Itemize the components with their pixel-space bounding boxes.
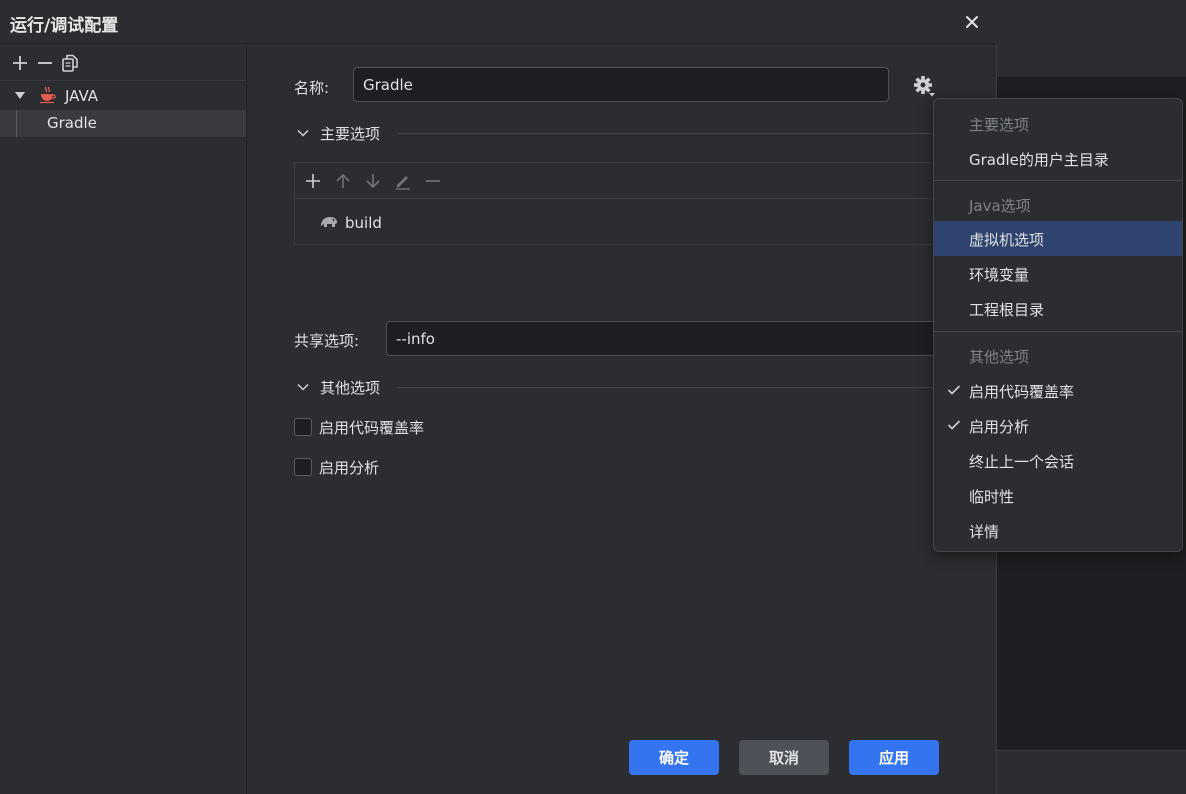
tree-node-java[interactable]: JAVA (0, 82, 246, 110)
menu-item-env-vars[interactable]: 环境变量 (934, 256, 1182, 291)
section-divider (398, 133, 946, 134)
menu-item-gradle-home-text: Gradle的用户主目录 (969, 151, 1109, 169)
gradle-elephant-icon (321, 217, 337, 227)
menu-item-terminate-previous-text: 终止上一个会话 (969, 453, 1075, 471)
menu-separator (934, 331, 1182, 332)
menu-header-main-text: 主要选项 (969, 116, 1030, 134)
code-coverage-label: 启用代码覆盖率 (319, 419, 425, 437)
dialog-title: 运行/调试配置 (10, 16, 119, 36)
tasks-toolbar (295, 163, 943, 199)
tree-node-gradle[interactable]: Gradle (0, 110, 246, 137)
copy-icon[interactable] (60, 53, 80, 73)
remove-icon[interactable] (35, 53, 55, 73)
menu-item-details[interactable]: 详情 (934, 513, 1182, 548)
dialog-titlebar: 运行/调试配置 (0, 0, 997, 44)
profiling-checkbox[interactable] (294, 458, 312, 476)
cancel-button[interactable]: 取消 (739, 740, 829, 775)
add-icon[interactable] (10, 53, 30, 73)
menu-item-project-root-text: 工程根目录 (969, 301, 1045, 319)
menu-header-java-text: Java选项 (969, 197, 1031, 215)
menu-header-other: 其他选项 (934, 338, 1182, 373)
modify-options-gear-icon[interactable] (912, 74, 936, 98)
configuration-tree-panel: JAVA Gradle (0, 45, 247, 794)
run-debug-config-dialog: 运行/调试配置 JAVA Gradle 名称: Gradle 主要选项 buil… (0, 0, 997, 794)
menu-item-profiling-text: 启用分析 (969, 418, 1030, 436)
section-divider (398, 387, 946, 388)
main-options-section[interactable]: 主要选项 (296, 123, 946, 143)
main-options-title: 主要选项 (320, 125, 381, 143)
menu-item-env-vars-text: 环境变量 (969, 266, 1030, 284)
ok-button[interactable]: 确定 (629, 740, 719, 775)
configuration-form: 名称: Gradle 主要选项 build 共享选项: --info 其他选项 … (248, 45, 996, 794)
menu-item-gradle-home[interactable]: Gradle的用户主目录 (934, 141, 1182, 176)
menu-header-main: 主要选项 (934, 106, 1182, 141)
task-name: build (345, 214, 382, 232)
checkmark-icon (947, 420, 961, 430)
task-item[interactable]: build (295, 200, 943, 244)
menu-item-terminate-previous[interactable]: 终止上一个会话 (934, 443, 1182, 478)
move-up-icon[interactable] (333, 171, 353, 191)
menu-item-vm-options-text: 虚拟机选项 (969, 231, 1045, 249)
menu-header-other-text: 其他选项 (969, 348, 1030, 366)
shared-options-input[interactable] (386, 321, 946, 356)
menu-header-java: Java选项 (934, 187, 1182, 222)
chevron-down-icon[interactable] (296, 380, 310, 394)
tree-node-java-label: JAVA (65, 87, 99, 105)
checkmark-icon (947, 385, 961, 395)
other-options-title: 其他选项 (320, 379, 381, 397)
background-tabbar (996, 36, 1186, 78)
menu-item-profiling[interactable]: 启用分析 (934, 408, 1182, 443)
tree-toolbar (0, 45, 246, 81)
background-statusbar (996, 750, 1186, 794)
edit-pencil-icon[interactable] (393, 171, 413, 191)
background-toolbar (996, 0, 1186, 36)
move-down-icon[interactable] (363, 171, 383, 191)
menu-item-coverage[interactable]: 启用代码覆盖率 (934, 373, 1182, 408)
menu-item-details-text: 详情 (969, 523, 1000, 541)
modify-options-popup: 主要选项 Gradle的用户主目录 Java选项 虚拟机选项 环境变量 工程根目… (933, 98, 1183, 552)
tree-node-gradle-label: Gradle (47, 114, 97, 132)
remove-task-icon[interactable] (423, 171, 443, 191)
tasks-panel: build (294, 162, 944, 245)
add-task-icon[interactable] (303, 171, 323, 191)
code-coverage-checkbox[interactable] (294, 418, 312, 436)
other-options-section[interactable]: 其他选项 (296, 377, 946, 397)
menu-separator (934, 180, 1182, 181)
menu-item-temporary[interactable]: 临时性 (934, 478, 1182, 513)
tree-guide-line (16, 110, 17, 137)
expand-arrow-icon[interactable] (14, 91, 26, 101)
menu-item-temporary-text: 临时性 (969, 488, 1015, 506)
menu-item-coverage-text: 启用代码覆盖率 (969, 383, 1075, 401)
shared-options-label: 共享选项: (294, 332, 360, 350)
menu-item-project-root[interactable]: 工程根目录 (934, 291, 1182, 326)
apply-button[interactable]: 应用 (849, 740, 939, 775)
name-label: 名称: (294, 79, 330, 97)
close-icon[interactable] (962, 12, 982, 32)
menu-item-vm-options[interactable]: 虚拟机选项 (934, 221, 1182, 256)
profiling-label: 启用分析 (319, 459, 380, 477)
java-cup-icon (40, 86, 56, 104)
chevron-down-icon[interactable] (296, 126, 310, 140)
name-input[interactable] (353, 67, 889, 102)
